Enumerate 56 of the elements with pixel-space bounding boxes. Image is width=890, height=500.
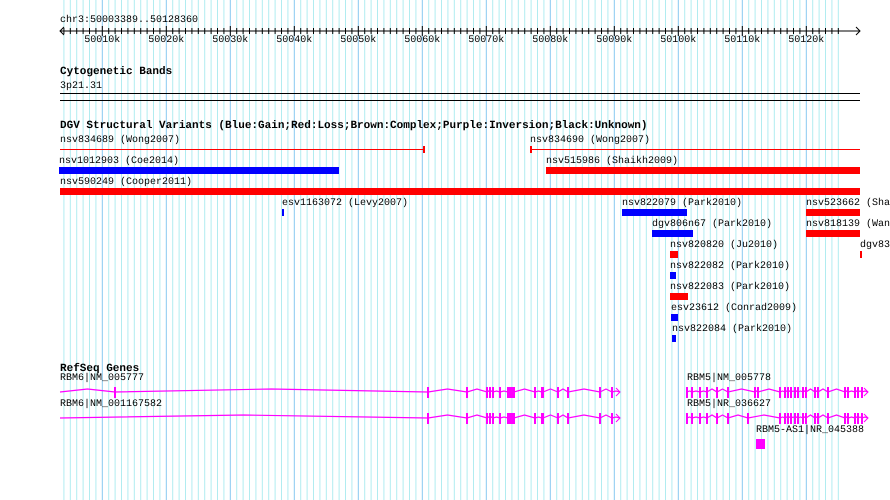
variant-bar[interactable]	[806, 230, 860, 237]
variant-label: nsv822083 (Park2010)	[670, 282, 790, 294]
variant-bar[interactable]	[60, 188, 860, 195]
variant-label: nsv1012903 (Coe2014)	[59, 156, 180, 168]
variant-label: nsv820820 (Ju2010)	[670, 240, 778, 252]
variant-bar[interactable]	[671, 314, 678, 321]
gene-model-drawing[interactable]	[60, 387, 621, 398]
variant-line[interactable]	[530, 146, 860, 153]
ruler-range: chr3:50003389..50128360	[60, 15, 198, 27]
ruler-tick-label: 50120k	[788, 35, 824, 47]
ruler-tick-label: 50050k	[340, 35, 376, 47]
gene-label: RBM5-AS1|NR_045388	[756, 425, 864, 437]
variant-line[interactable]	[60, 146, 425, 153]
variant-label: nsv523662 (Sha	[806, 198, 890, 210]
track-title: Cytogenetic Bands	[60, 66, 172, 78]
track-title: DGV Structural Variants (Blue:Gain;Red:Loss;Brown:Complex;Purple:Inversion;Black:Unknown)	[60, 120, 648, 132]
variant-bar[interactable]	[670, 293, 688, 300]
ruler-tick-label: 50070k	[468, 35, 504, 47]
ruler-tick-label: 50060k	[404, 35, 440, 47]
ruler-tick-label: 50110k	[724, 35, 760, 47]
ruler-tick-label: 50100k	[660, 35, 696, 47]
exon-block[interactable]	[756, 439, 765, 449]
variant-label: dgv83	[860, 240, 890, 252]
variant-label: nsv822079 (Park2010)	[622, 198, 742, 210]
gene-label: RBM5|NM_005778	[687, 373, 772, 385]
ruler-tick-label: 50010k	[84, 35, 120, 47]
variant-bar[interactable]	[622, 209, 687, 216]
variant-label: nsv822084 (Park2010)	[672, 324, 792, 336]
variant-bar[interactable]	[670, 272, 676, 279]
variant-bar[interactable]	[672, 335, 676, 342]
variant-label: dgv806n67 (Park2010)	[652, 219, 772, 231]
variant-label: nsv515986 (Shaikh2009)	[546, 156, 678, 168]
variant-label: nsv590249 (Cooper2011)	[60, 177, 192, 189]
ruler-tick-label: 50040k	[276, 35, 312, 47]
variant-label: nsv818139 (Wan	[806, 219, 890, 231]
variant-label: esv23612 (Conrad2009)	[671, 303, 798, 315]
variant-bar[interactable]	[670, 251, 678, 258]
variant-label: nsv834689 (Wong2007)	[60, 135, 180, 147]
ruler-tick-label: 50020k	[148, 35, 184, 47]
gene-label: RBM5|NR_036627	[687, 399, 772, 411]
gene-model-drawing[interactable]	[60, 413, 621, 424]
gene-label: RBM6|NM_001167582	[60, 399, 162, 411]
variant-bar[interactable]	[806, 209, 860, 216]
variant-label: nsv834690 (Wong2007)	[530, 135, 650, 147]
ruler-tick-label: 50030k	[212, 35, 248, 47]
ruler-tick-label: 50080k	[532, 35, 568, 47]
variant-label: nsv822082 (Park2010)	[670, 261, 790, 273]
ruler-tick-label: 50090k	[596, 35, 632, 47]
variant-bar[interactable]	[652, 230, 693, 237]
band-label: 3p21.31	[60, 81, 102, 93]
variant-bar[interactable]	[546, 167, 860, 174]
gene-model-drawing[interactable]	[686, 387, 869, 398]
gene-model-drawing[interactable]	[686, 413, 869, 424]
variant-bar[interactable]	[59, 167, 339, 174]
gene-label: RBM6|NM_005777	[60, 373, 144, 385]
variant-label: esv1163072 (Levy2007)	[282, 198, 408, 210]
